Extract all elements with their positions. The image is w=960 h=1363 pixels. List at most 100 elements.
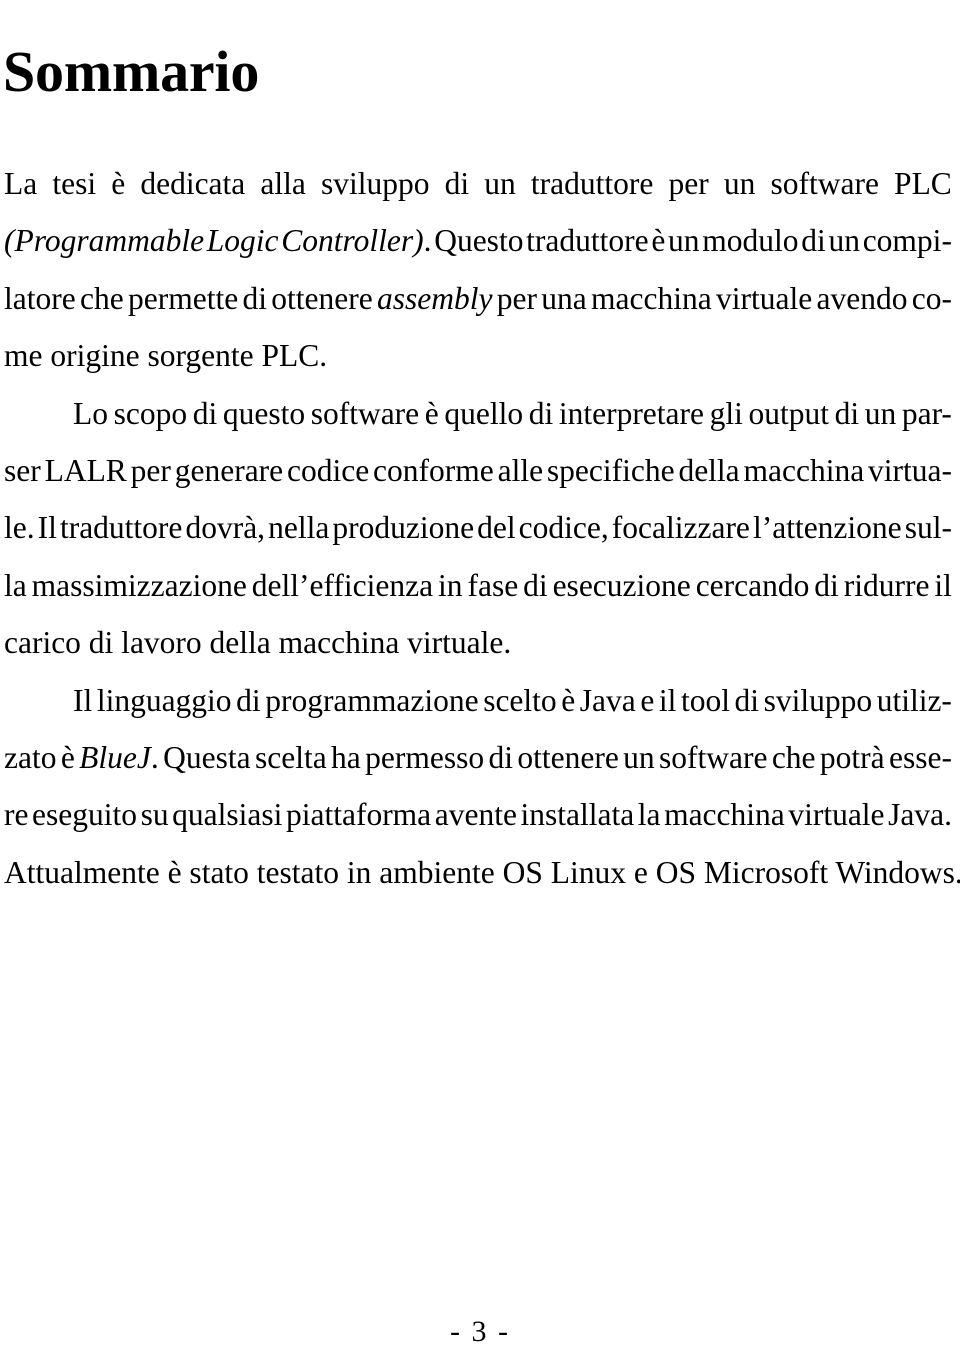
text-word: tesi [52,166,97,201]
text-word: traduttore [530,166,654,201]
text-word: di [814,567,839,603]
text-word: codice [287,452,370,488]
text-word: avente [434,797,517,833]
text-word: installata [520,797,635,833]
text-word: sviluppo [321,166,430,201]
text-word: sul- [904,510,952,546]
text-word: e [640,682,655,718]
text-word: Java [579,682,636,718]
text-word: esse- [889,739,952,775]
text-word: che [771,739,816,775]
text-line: re eseguito su qualsiasi piattaforma avente in… [4,786,952,843]
text-word: per [496,280,537,316]
text-word: su [140,797,169,833]
text-word: Lo [73,395,108,431]
text-word: le. [4,510,35,546]
text-word: produzione [332,510,475,546]
text-word: scopo [113,395,188,431]
text-word: un [723,166,756,201]
text-word: interpretare [558,395,704,431]
text-word: Il [73,682,93,718]
text-word: co- [911,280,952,316]
text-word: il [658,682,677,718]
text-word: di [834,395,860,431]
text-word: modulo [702,223,799,259]
text-word: virtuale [788,797,885,833]
text-word: linguaggio [96,682,232,718]
text-line: ser LALR per generare codice conforme alle spec… [4,442,952,499]
text-line: Il linguaggio di programmazione scelto è Java e… [4,672,952,729]
text-word: traduttore [59,510,183,546]
text-word: par- [901,395,952,431]
text-line: carico di lavoro della macchina virtuale… [4,625,512,661]
abstract-body: La tesi è dedicata alla sviluppo di un traduttor… [4,155,960,901]
text-word: di [242,280,267,316]
text-word: scelto [483,682,557,718]
text-line: Attualmente è stato testato in ambiente … [4,854,960,890]
text-word: latore [4,280,76,316]
text-word: questo [222,395,306,431]
text-word: Controller). [281,223,432,259]
text-word: utiliz- [876,682,952,718]
document-page: Sommario La tesi è dedicata alla sviluppo di un… [0,0,960,1363]
text-line: la massimizzazione dell’efficienza in fase di… [4,557,952,614]
text-word: esecuzione [552,567,691,603]
text-word: re [4,797,29,833]
text-word: codice, [518,510,609,546]
text-word: conforme [373,452,494,488]
text-word: cercando [695,567,810,603]
text-word: fase [467,567,519,603]
text-word: in [438,567,463,603]
text-word: compi- [862,223,952,259]
text-word: ottenere [271,280,373,316]
text-line: (Programmable Logic Controller). Questo trad… [4,212,952,269]
text-word: qualsiasi [172,797,283,833]
text-word: un [828,223,860,259]
page-number-footer: - 3 - [450,1315,510,1348]
text-word: LALR [44,452,127,488]
text-word: scelta [254,739,327,775]
text-word: della [678,452,740,488]
text-line: me origine sorgente PLC. [4,338,328,374]
text-word: massimizzazione [31,567,247,603]
text-word: alla [260,166,306,201]
text-word: Questo [434,223,524,259]
text-word: è [651,223,666,259]
text-word: virtuale [716,280,813,316]
text-word: che [80,280,124,316]
text-line: latore che permette di ottenere assembly per un… [4,270,952,327]
text-word: PLC [894,166,952,201]
text-word: ser [4,452,41,488]
text-word: una [541,280,587,316]
text-word: per [130,452,171,488]
text-word: macchina [743,452,865,488]
text-word: la [4,567,27,603]
text-word: software [770,166,879,201]
text-word: (Programmable [4,223,205,259]
text-word: ha [331,739,361,775]
text-word: focalizzare [611,510,750,546]
text-word: di [192,395,218,431]
text-word: ottenere [517,739,619,775]
text-word: di [444,166,470,201]
text-word: un [623,739,655,775]
text-line: La tesi è dedicata alla sviluppo di un traduttor… [4,155,952,212]
text-word: software [659,739,768,775]
text-word: di [236,682,261,718]
text-word: gli [709,395,743,431]
text-word: Java. [888,797,952,833]
text-word: eseguito [32,797,138,833]
text-word: software [310,395,420,431]
text-word: di [734,682,760,718]
text-word: la [637,797,661,833]
text-word: zato [4,739,57,775]
text-line: le. Il traduttore dovrà, nella produzione del c… [4,499,952,556]
text-word: l’attenzione [752,510,902,546]
text-word: virtua- [868,452,952,488]
text-word: programmazione [265,682,479,718]
text-word: per [668,166,709,201]
text-line: zato è BlueJ. Questa scelta ha permesso di otten… [4,729,952,786]
text-word: è [111,166,126,201]
text-word: dedicata [140,166,246,201]
text-word: assembly [377,280,493,316]
